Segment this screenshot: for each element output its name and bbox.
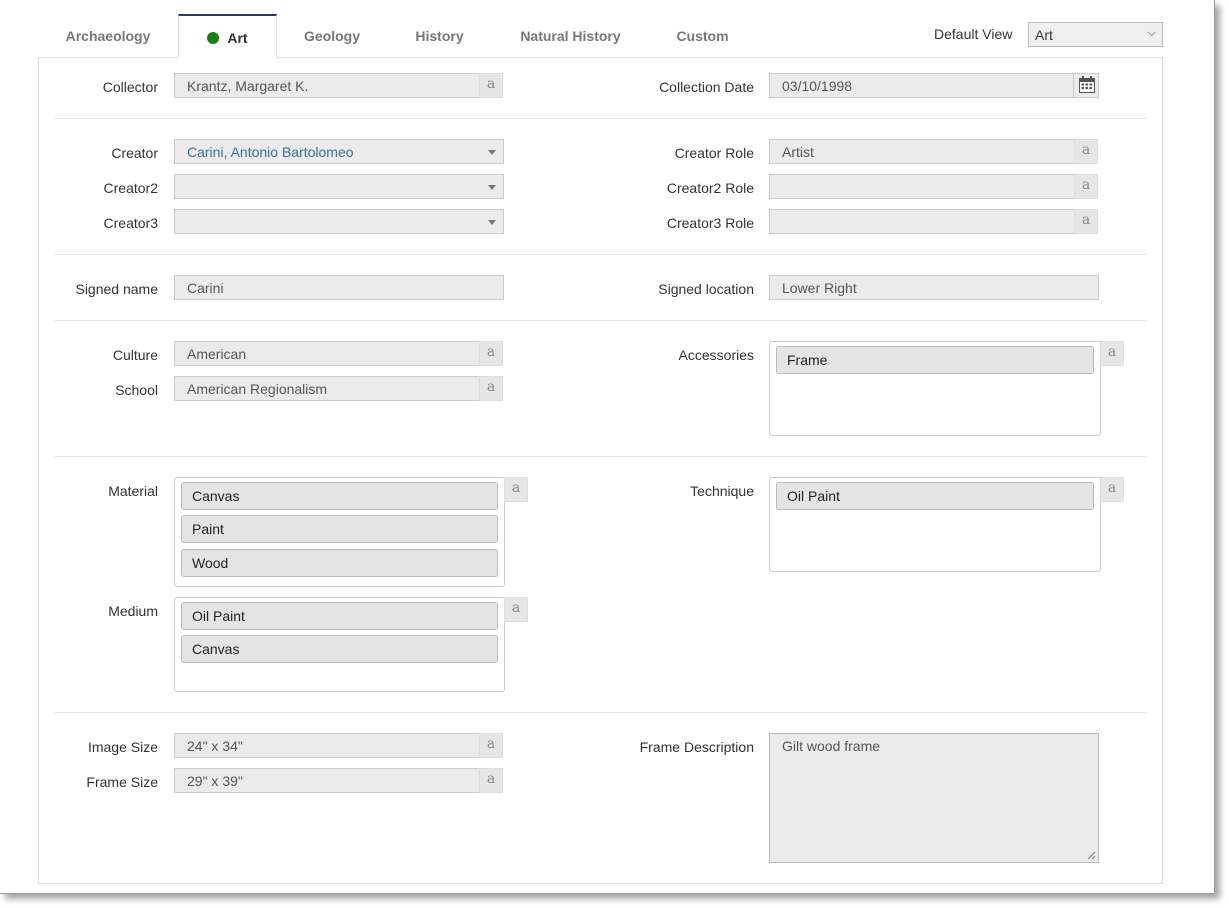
collector-label: Collector: [102, 79, 158, 95]
creator-role-field[interactable]: Artist: [769, 139, 1075, 164]
tab-geology[interactable]: Geology: [277, 14, 387, 58]
frame-size-alpha-button[interactable]: a: [479, 768, 503, 793]
school-label: School: [115, 382, 158, 398]
tab-archaeology[interactable]: Archaeology: [38, 14, 178, 58]
creator2-role-alpha-button[interactable]: a: [1074, 174, 1098, 199]
caret-down-icon: [488, 150, 496, 155]
accessories-chip[interactable]: Frame: [776, 346, 1094, 374]
creator2-role-field[interactable]: [769, 174, 1075, 199]
material-chip[interactable]: Paint: [181, 515, 498, 543]
creator-label: Creator: [111, 145, 158, 161]
medium-label: Medium: [108, 603, 158, 619]
creator3-label: Creator3: [103, 215, 158, 231]
default-view-value: Art: [1035, 27, 1053, 43]
creator3-role-alpha-button[interactable]: a: [1074, 209, 1098, 234]
section-divider: [55, 254, 1147, 255]
frame-size-label: Frame Size: [86, 774, 158, 790]
frame-description-textarea[interactable]: Gilt wood frame: [769, 733, 1099, 863]
tab-art[interactable]: Art: [178, 14, 277, 58]
creator2-select[interactable]: [174, 174, 504, 199]
image-size-alpha-button[interactable]: a: [479, 733, 503, 758]
tab-label: Archaeology: [65, 28, 151, 44]
image-size-field[interactable]: 24" x 34": [174, 733, 480, 758]
chevron-down-icon: ⌵: [1147, 27, 1156, 39]
culture-alpha-button[interactable]: a: [479, 341, 503, 366]
creator2-label: Creator2: [103, 180, 158, 196]
signed-name-label: Signed name: [75, 281, 158, 297]
collector-alpha-button[interactable]: a: [479, 73, 503, 98]
tab-label: Natural History: [520, 28, 621, 44]
section-divider: [55, 712, 1147, 713]
school-alpha-button[interactable]: a: [479, 376, 503, 401]
collection-date-label: Collection Date: [659, 79, 754, 95]
section-divider: [55, 320, 1147, 321]
creator3-role-field[interactable]: [769, 209, 1075, 234]
accessories-alpha-button[interactable]: a: [1100, 341, 1124, 366]
technique-alpha-button[interactable]: a: [1100, 477, 1124, 502]
tab-label: Art: [227, 30, 248, 46]
creator3-role-label: Creator3 Role: [666, 215, 754, 231]
tab-custom[interactable]: Custom: [649, 14, 756, 58]
creator-select[interactable]: Carini, Antonio Bartolomeo: [174, 139, 504, 164]
technique-chip[interactable]: Oil Paint: [776, 482, 1094, 510]
signed-location-label: Signed location: [658, 281, 754, 297]
tab-label: Geology: [303, 28, 360, 44]
active-status-dot-icon: [207, 32, 220, 44]
culture-field[interactable]: American: [174, 341, 480, 366]
image-size-label: Image Size: [87, 739, 158, 755]
tab-history[interactable]: History: [387, 14, 492, 58]
tab-label: Custom: [676, 28, 729, 44]
tab-label: History: [415, 28, 464, 44]
creator-role-alpha-button[interactable]: a: [1074, 139, 1098, 164]
accessories-label: Accessories: [678, 347, 754, 363]
material-alpha-button[interactable]: a: [504, 477, 528, 502]
medium-chip[interactable]: Oil Paint: [181, 602, 498, 630]
tab-natural-history[interactable]: Natural History: [492, 14, 649, 58]
section-divider: [55, 456, 1147, 457]
medium-chip[interactable]: Canvas: [181, 635, 498, 663]
material-chip[interactable]: Canvas: [181, 482, 498, 510]
creator2-role-label: Creator2 Role: [666, 180, 754, 196]
frame-size-field[interactable]: 29" x 39": [174, 768, 480, 793]
technique-label: Technique: [690, 483, 754, 499]
material-label: Material: [108, 483, 158, 499]
caret-down-icon: [488, 220, 496, 225]
calendar-icon[interactable]: [1073, 73, 1099, 98]
frame-description-label: Frame Description: [639, 739, 754, 755]
collector-field[interactable]: Krantz, Margaret K.: [174, 73, 480, 98]
school-field[interactable]: American Regionalism: [174, 376, 480, 401]
frame-description-text: Gilt wood frame: [782, 738, 881, 754]
caret-down-icon: [488, 185, 496, 190]
medium-alpha-button[interactable]: a: [504, 597, 528, 622]
creator-role-label: Creator Role: [674, 145, 754, 161]
resize-grip-icon[interactable]: [1086, 850, 1096, 860]
signed-name-field[interactable]: Carini: [174, 275, 504, 300]
collection-date-field[interactable]: 03/10/1998: [769, 73, 1099, 98]
signed-location-field[interactable]: Lower Right: [769, 275, 1099, 300]
section-divider: [55, 118, 1147, 119]
creator3-select[interactable]: [174, 209, 504, 234]
default-view-select[interactable]: Art ⌵: [1028, 22, 1163, 47]
default-view-label: Default View: [934, 26, 1013, 42]
culture-label: Culture: [112, 347, 158, 363]
material-chip[interactable]: Wood: [181, 549, 498, 577]
